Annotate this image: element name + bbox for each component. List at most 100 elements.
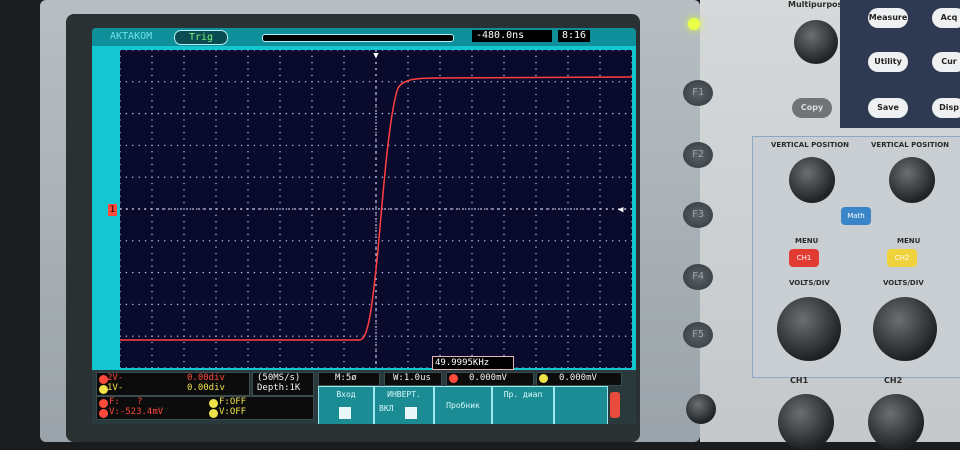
grid-dot [503,252,505,255]
grid-dot [471,170,473,172]
grid-dot [432,335,435,337]
ch2-volts-knob[interactable] [873,297,937,361]
grid-dot [471,252,473,255]
grid-dot [215,131,217,134]
grid-dot [535,284,537,287]
grid-dot [247,182,249,185]
grid-dot [272,303,275,306]
math-button[interactable]: Math [841,207,871,225]
grid-dot [215,221,217,223]
grid-dot [471,55,473,58]
softkey-menu-5[interactable] [554,386,608,424]
grid-dot [541,112,544,115]
grid-dot [311,119,313,121]
grid-dot [400,271,403,274]
grid-dot [247,68,249,70]
grid-dot [196,81,198,83]
acquire-button[interactable]: Acq [932,8,960,28]
grid-dot [535,221,537,223]
grid-dot [548,144,550,147]
grid-dot [439,335,441,337]
grid-dot [381,303,384,306]
grid-dot [522,144,524,147]
softkey-menu-4[interactable]: Пр. диап [492,386,554,424]
softkey-menu-1-checkbox[interactable] [339,407,351,419]
grid-dot [375,138,377,140]
grid-dot [413,81,416,83]
grid-dot [599,55,601,58]
ch2-position-knob[interactable] [889,157,935,203]
measure-button[interactable]: Measure [868,8,908,28]
softkey-menu-2[interactable]: ИНВЕРТ. ВКЛ [374,386,434,424]
grid-dot [471,151,473,153]
grid-dot [407,297,409,299]
grid-dot [509,112,512,115]
grid-dot [247,303,249,306]
ch1-position-knob[interactable] [789,157,835,203]
grid-dot [311,329,313,331]
cursor-button[interactable]: Cur [932,52,960,72]
grid-dot [151,170,153,172]
grid-dot [471,93,473,96]
grid-dot [157,144,160,147]
grid-dot [573,81,576,83]
grid-dot [317,303,320,306]
multipurpose-knob[interactable] [794,20,838,64]
f2-button[interactable]: F2 [683,142,713,168]
f4-button[interactable]: F4 [683,264,713,290]
grid-dot [413,176,416,178]
grid-dot [183,100,185,102]
grid-dot [221,335,224,337]
grid-dot [247,87,249,89]
ch2-menu-button[interactable]: CH2 [887,249,917,267]
grid-dot [381,176,384,178]
grid-dot [580,176,582,178]
menu-2-label: MENU [897,237,921,245]
f3-button[interactable]: F3 [683,202,713,228]
save-button[interactable]: Save [868,98,908,118]
grid-dot [567,100,569,102]
grid-dot [343,81,345,83]
grid-dot [452,112,454,115]
display-button[interactable]: Disp [932,98,960,118]
softkey-menu-1[interactable]: Вход [318,386,374,424]
grid-dot [426,240,428,242]
grid-dot [311,322,313,325]
ch1-volts-knob[interactable] [777,297,841,361]
nav-knob[interactable] [686,394,716,424]
grid-dot [407,360,409,363]
grid-dot [439,290,441,293]
grid-dot [311,81,313,83]
trigger-level-2: 0.000mV [559,373,597,383]
grid-dot [599,271,601,274]
grid-dot [439,55,441,58]
grid-dot [247,227,249,229]
meas-v-value: V:-523.4mV [109,407,164,417]
trigger-level-box-1: 0.000mV [446,372,534,386]
grid-dot [311,214,313,217]
grid-dot [183,341,185,344]
ch1-menu-button[interactable]: CH1 [789,249,819,267]
meas-f-off-dot [209,399,218,408]
grid-dot [407,74,409,77]
softkey-menu-2-checkbox[interactable] [405,407,417,419]
grid-dot [599,81,601,83]
grid-dot [541,144,544,147]
copy-button[interactable]: Copy [792,98,832,118]
softkey-menu-3[interactable]: Пробник [434,386,492,424]
grid-dot [196,335,198,337]
grid-dot [279,252,281,255]
grid-dot [215,182,217,185]
f1-button[interactable]: F1 [683,80,713,106]
grid-dot [151,74,153,77]
grid-dot [164,112,166,115]
grid-dot [311,233,313,236]
utility-button[interactable]: Utility [868,52,908,72]
grid-dot [311,265,313,267]
grid-dot [183,176,185,178]
grid-dot [407,310,409,312]
f5-button[interactable]: F5 [683,322,713,348]
grid-dot [311,240,313,242]
grid-dot [471,221,473,223]
grid-dot [439,271,441,274]
